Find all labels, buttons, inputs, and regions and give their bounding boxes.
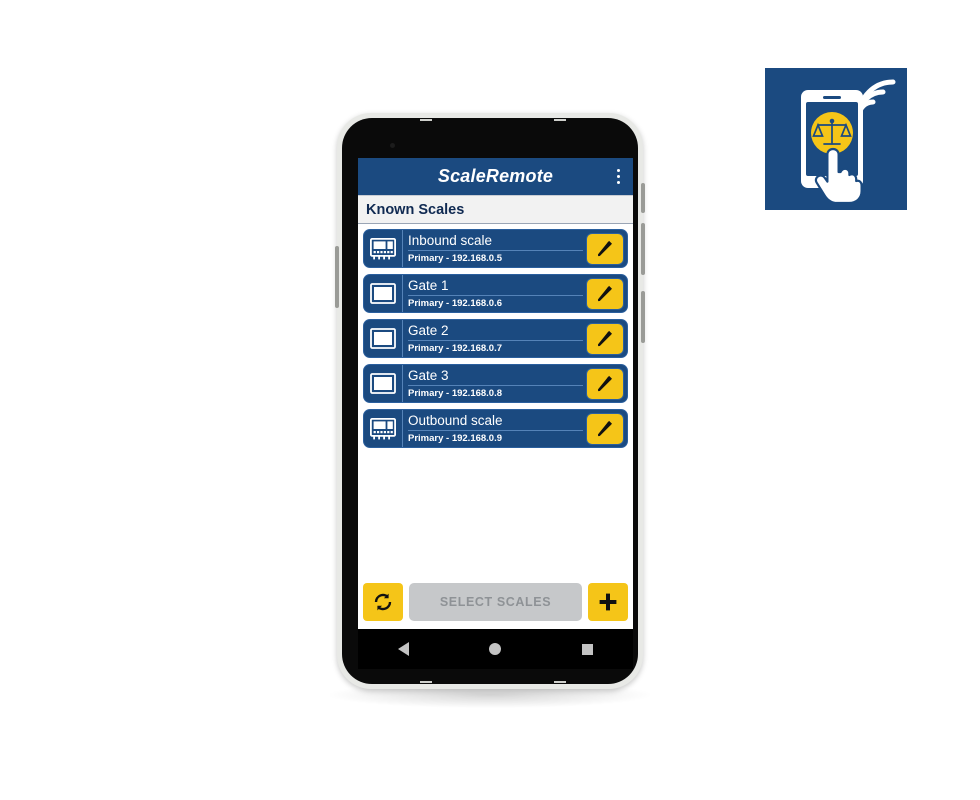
- circle-home-icon: [489, 643, 502, 655]
- list-item-subtitle: Primary - 192.168.0.9: [408, 432, 503, 444]
- phone-left-side-button[interactable]: [335, 246, 339, 308]
- pencil-icon: [598, 420, 612, 436]
- gate-icon: [364, 320, 402, 357]
- select-scales-label: SELECT SCALES: [439, 595, 552, 609]
- list-item-subtitle: Primary - 192.168.0.6: [408, 297, 503, 309]
- known-scales-list: Inbound scale Primary - 192.168.0.5 Gate…: [358, 224, 633, 554]
- gate-icon: [364, 365, 402, 402]
- scaleremote-app-logo: [765, 68, 907, 210]
- android-navigation-bar: [358, 629, 633, 669]
- square-recents-icon: [581, 643, 593, 655]
- more-vertical-icon[interactable]: [609, 165, 627, 189]
- phone-volume-up-button[interactable]: [641, 223, 645, 275]
- refresh-icon: [374, 593, 392, 611]
- list-item-subtitle: Primary - 192.168.0.7: [408, 342, 503, 354]
- nav-back-button[interactable]: [382, 634, 426, 664]
- logo-phone-speaker: [823, 96, 841, 99]
- pencil-icon: [598, 240, 612, 256]
- list-item[interactable]: Gate 3 Primary - 192.168.0.8: [363, 364, 628, 403]
- scale-indicator-icon: [364, 230, 402, 267]
- bezel-mark-top-right: [554, 119, 566, 121]
- list-item-title: Inbound scale: [408, 233, 583, 251]
- list-item[interactable]: Inbound scale Primary - 192.168.0.5: [363, 229, 628, 268]
- phone-device-frame: ScaleRemote Known Scales Inbound scale P…: [335, 113, 645, 689]
- edit-button[interactable]: [586, 412, 624, 445]
- overflow-dot: [616, 175, 620, 178]
- app-screen: ScaleRemote Known Scales Inbound scale P…: [358, 158, 633, 629]
- list-item[interactable]: Outbound scale Primary - 192.168.0.9: [363, 409, 628, 448]
- overflow-dot: [616, 181, 620, 184]
- pointing-hand-icon: [813, 146, 865, 205]
- list-item-subtitle: Primary - 192.168.0.8: [408, 387, 503, 399]
- phone-volume-down-button[interactable]: [641, 291, 645, 343]
- nav-recents-button[interactable]: [565, 634, 609, 664]
- bottom-toolbar: SELECT SCALES: [358, 575, 633, 629]
- plus-icon: [599, 593, 617, 611]
- triangle-back-icon: [398, 642, 410, 656]
- list-item-text: Inbound scale Primary - 192.168.0.5: [402, 230, 583, 267]
- phone-power-button[interactable]: [641, 183, 645, 213]
- gate-icon: [364, 275, 402, 312]
- section-header-label: Known Scales: [366, 201, 465, 218]
- add-scale-button[interactable]: [588, 583, 628, 621]
- list-item-text: Outbound scale Primary - 192.168.0.9: [402, 410, 583, 447]
- scale-indicator-icon: [364, 410, 402, 447]
- bezel-mark-bottom-right: [554, 681, 566, 683]
- list-item-title: Gate 1: [408, 278, 583, 296]
- app-title-bar: ScaleRemote: [358, 158, 633, 195]
- edit-button[interactable]: [586, 367, 624, 400]
- nav-home-button[interactable]: [473, 634, 517, 664]
- edit-button[interactable]: [586, 322, 624, 355]
- list-item[interactable]: Gate 1 Primary - 192.168.0.6: [363, 274, 628, 313]
- pencil-icon: [598, 285, 612, 301]
- refresh-button[interactable]: [363, 583, 403, 621]
- bezel-mark-top-left: [420, 119, 432, 121]
- list-item-title: Gate 3: [408, 368, 583, 386]
- section-header: Known Scales: [358, 195, 633, 224]
- edit-button[interactable]: [586, 232, 624, 265]
- list-item-subtitle: Primary - 192.168.0.5: [408, 252, 503, 264]
- list-item-text: Gate 2 Primary - 192.168.0.7: [402, 320, 583, 357]
- list-item-text: Gate 1 Primary - 192.168.0.6: [402, 275, 583, 312]
- edit-button[interactable]: [586, 277, 624, 310]
- list-item-text: Gate 3 Primary - 192.168.0.8: [402, 365, 583, 402]
- bezel-mark-bottom-left: [420, 681, 432, 683]
- overflow-dot: [616, 169, 620, 172]
- page-title: ScaleRemote: [437, 166, 554, 186]
- pencil-icon: [598, 330, 612, 346]
- list-item-title: Gate 2: [408, 323, 583, 341]
- pencil-icon: [598, 375, 612, 391]
- select-scales-button[interactable]: SELECT SCALES: [409, 583, 582, 621]
- list-item-title: Outbound scale: [408, 413, 583, 431]
- screenshot-canvas: ScaleRemote Known Scales Inbound scale P…: [0, 0, 980, 800]
- phone-bezel: ScaleRemote Known Scales Inbound scale P…: [342, 118, 638, 684]
- list-item[interactable]: Gate 2 Primary - 192.168.0.7: [363, 319, 628, 358]
- front-camera-icon: [390, 143, 395, 148]
